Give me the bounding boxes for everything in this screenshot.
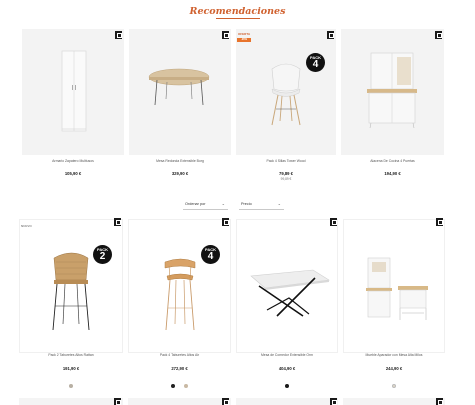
product-price: 404,90 € <box>278 366 296 371</box>
bookmark-icon[interactable] <box>222 31 229 39</box>
product-price: 79,89 € <box>279 171 293 176</box>
bookmark-icon[interactable] <box>222 218 229 226</box>
pack-badge: PACK 2 <box>93 245 112 264</box>
chair-illustration <box>271 63 301 126</box>
pack-badge: PACK 4 <box>201 245 220 264</box>
pack-number: 2 <box>99 250 106 262</box>
color-swatches <box>236 375 338 388</box>
chevron-down-icon: ⌄ <box>277 201 281 206</box>
product-image[interactable] <box>341 29 444 155</box>
cupboard-illustration <box>367 52 417 129</box>
rattan-stool-illustration <box>52 252 90 331</box>
product-image[interactable] <box>236 29 336 155</box>
bookmark-icon[interactable] <box>330 218 337 226</box>
color-swatches <box>128 375 231 388</box>
product-name[interactable]: Mesa de Comedor Extensible Orm <box>236 353 338 357</box>
dining-table-illustration <box>250 269 330 317</box>
discount-badge: -20% <box>237 38 251 42</box>
product-name[interactable]: Alacena De Cocina 4 Puertas <box>341 159 444 163</box>
product-image[interactable] <box>343 219 445 353</box>
product-image[interactable] <box>128 219 231 353</box>
color-swatch[interactable] <box>284 383 290 388</box>
bookmark-icon[interactable] <box>115 31 122 39</box>
product-name[interactable]: Mueble Aparador con Mesa Alta Milos <box>343 353 445 357</box>
original-price: 99,89 € <box>280 177 292 181</box>
recommendation-card-4[interactable]: Alacena De Cocina 4 Puertas 194,90 € <box>341 29 444 185</box>
product-price: 194,90 € <box>384 171 401 176</box>
bookmark-icon[interactable] <box>114 218 121 226</box>
offer-badge: OFERTA <box>238 32 251 36</box>
color-swatches <box>19 375 123 388</box>
product-image[interactable] <box>19 219 123 353</box>
pack-badge: PACK 4 <box>306 53 325 72</box>
price-select[interactable]: Precio ⌄ <box>239 200 284 210</box>
product-name[interactable]: Mesa Redonda Extensible Borg <box>129 159 231 163</box>
pack-number: 4 <box>207 250 214 262</box>
chevron-down-icon: ⌄ <box>221 201 225 206</box>
product-name[interactable]: Pack 2 Taburetes Altos Rattan <box>19 353 123 357</box>
next-row-card-2[interactable] <box>128 398 231 405</box>
sort-select[interactable]: Ordenar por ⌄ <box>183 200 228 210</box>
product-price: 272,90 € <box>171 366 188 371</box>
product-card-2[interactable]: PACK 4 Pack 4 Taburetes Altos Air 272,90… <box>128 218 231 388</box>
recommendation-card-1[interactable]: Armario Zapatero Multiusos 105,90 € <box>22 29 124 185</box>
price-label: Precio <box>241 202 252 206</box>
product-card-3[interactable]: Mesa de Comedor Extensible Orm 404,90 € <box>236 218 338 388</box>
sideboard-illustration <box>366 257 428 320</box>
color-swatch[interactable] <box>68 383 74 388</box>
bookmark-icon[interactable] <box>436 398 443 405</box>
bookmark-icon[interactable] <box>114 398 121 405</box>
bookmark-icon[interactable] <box>330 398 337 405</box>
color-swatch[interactable] <box>183 383 189 388</box>
recommendation-card-2[interactable]: Mesa Redonda Extensible Borg 329,90 € <box>129 29 231 185</box>
recommendation-card-3[interactable]: OFERTA -20% PACK 4 Pack 4 Sillas Tower W… <box>236 29 336 189</box>
product-name[interactable]: Pack 4 Taburetes Altos Air <box>128 353 231 357</box>
table-illustration <box>148 68 210 106</box>
bookmark-icon[interactable] <box>436 218 443 226</box>
product-price: 244,90 € <box>385 366 403 371</box>
next-row-card-3[interactable] <box>236 398 338 405</box>
pack-number: 4 <box>312 58 319 70</box>
bookmark-icon[interactable] <box>222 398 229 405</box>
product-image[interactable] <box>22 29 124 155</box>
product-card-4[interactable]: Mueble Aparador con Mesa Alta Milos 244,… <box>343 218 445 388</box>
color-swatch[interactable] <box>170 383 176 388</box>
next-row-card-1[interactable] <box>19 398 123 405</box>
sort-label: Ordenar por <box>185 202 206 206</box>
wardrobe-illustration <box>61 50 87 132</box>
product-price: 329,90 € <box>171 171 189 176</box>
color-swatches <box>343 375 445 388</box>
air-stool-illustration <box>164 258 196 331</box>
product-name[interactable]: Pack 4 Sillas Tower Wood <box>236 159 336 163</box>
product-price: 191,90 € <box>62 366 80 371</box>
product-name[interactable]: Armario Zapatero Multiusos <box>22 159 124 163</box>
product-price: 105,90 € <box>64 171 82 176</box>
product-image[interactable] <box>236 219 338 353</box>
bookmark-icon[interactable] <box>327 31 334 39</box>
section-title: Recomendaciones <box>189 6 286 17</box>
product-card-1[interactable]: NUEVO PACK 2 Pack 2 Taburetes Altos Ratt… <box>19 218 123 388</box>
title-underline <box>216 18 260 19</box>
bookmark-icon[interactable] <box>435 31 442 39</box>
product-image[interactable] <box>129 29 231 155</box>
new-badge: NUEVO <box>21 224 32 228</box>
next-row-card-4[interactable] <box>343 398 445 405</box>
color-swatch[interactable] <box>391 383 397 388</box>
